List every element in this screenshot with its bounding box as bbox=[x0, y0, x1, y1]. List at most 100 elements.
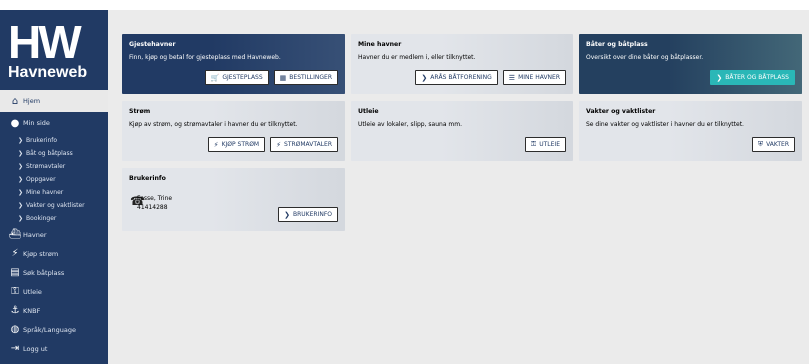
sidebar: HW Havneweb ⌂ Hjem ● Min side ❯ Brukerin… bbox=[0, 10, 108, 364]
nav-sub-label: Brukerinfo bbox=[26, 137, 58, 144]
chevron-right-icon: ❯ bbox=[18, 176, 24, 183]
button-label: KJØP STRØM bbox=[221, 141, 260, 148]
card-actions: ❯ BRUKERINFO bbox=[278, 207, 338, 222]
userinfo-button[interactable]: ❯ BRUKERINFO bbox=[278, 207, 338, 222]
chevron-right-icon: ❯ bbox=[421, 73, 428, 82]
button-label: BRUKERINFO bbox=[292, 211, 332, 218]
nav-sub-label: Strømavtaler bbox=[26, 163, 66, 170]
logo-text: Havneweb bbox=[8, 64, 88, 81]
card-actions: ⚡ KJØP STRØM ⚡ STRØMAVTALER bbox=[207, 137, 338, 152]
card-actions: ❯ BÅTER OG BÅTPLASS bbox=[710, 70, 795, 85]
nav-language[interactable]: ◍ Språk/Language bbox=[0, 320, 108, 339]
button-label: STRØMAVTALER bbox=[284, 141, 332, 148]
chevron-right-icon: ❯ bbox=[18, 189, 24, 196]
nav-language-label: Språk/Language bbox=[23, 325, 76, 334]
nav-sub-tasks[interactable]: ❯ Oppgaver bbox=[0, 173, 108, 186]
aras-boat-club-button[interactable]: ❯ ARÅS BÅTFORENING bbox=[415, 70, 498, 85]
document-icon: ▤ bbox=[10, 267, 20, 278]
list-icon: ☰ bbox=[508, 73, 516, 82]
nav-logout-label: Logg ut bbox=[23, 344, 48, 353]
card-background-image bbox=[439, 101, 573, 161]
button-label: UTLEIE bbox=[539, 141, 560, 148]
nav-sub-brukerinfo[interactable]: ❯ Brukerinfo bbox=[0, 134, 108, 147]
card-rental: Utleie Utleie av lokaler, slipp, sauna m… bbox=[351, 101, 573, 161]
button-label: BESTILLINGER bbox=[289, 74, 332, 81]
card-boats-berth: Båter og båtplass Oversikt over dine båt… bbox=[579, 34, 802, 94]
plug-icon: ⚡ bbox=[276, 140, 282, 149]
card-background-image bbox=[668, 101, 802, 161]
power-agreements-button[interactable]: ⚡ STRØMAVTALER bbox=[270, 137, 338, 152]
card-background-image bbox=[439, 34, 573, 94]
nav-rental-label: Utleie bbox=[23, 287, 42, 296]
cart-icon: 🛒 bbox=[210, 73, 220, 82]
user-icon: ● bbox=[10, 117, 20, 129]
chevron-right-icon: ❯ bbox=[18, 163, 24, 170]
nav-sub-my-harbors[interactable]: ❯ Mine havner bbox=[0, 186, 108, 199]
nav-sub-label: Vakter og vaktlister bbox=[26, 202, 85, 209]
card-title: Strøm bbox=[129, 108, 151, 115]
home-icon: ⌂ bbox=[11, 95, 19, 107]
guards-button[interactable]: ⛨ VAKTER bbox=[751, 137, 795, 152]
anchor-icon: ⚓ bbox=[10, 305, 20, 316]
nav-harbors-label: Havner bbox=[23, 230, 47, 239]
card-description: Oversikt over dine båter og båtplasser. bbox=[586, 54, 704, 61]
card-title: Vakter og vaktlister bbox=[586, 108, 656, 115]
boats-berth-button[interactable]: ❯ BÅTER OG BÅTPLASS bbox=[710, 70, 795, 85]
rental-button[interactable]: ⚿ UTLEIE bbox=[524, 137, 566, 152]
my-harbors-button[interactable]: ☰ MINE HAVNER bbox=[502, 70, 566, 85]
user-name: Fosse, Trine bbox=[137, 195, 173, 202]
card-guest-harbors: Gjestehavner Finn, kjøp og betal for gje… bbox=[122, 34, 345, 94]
card-background-image bbox=[211, 101, 345, 161]
chevron-right-icon: ❯ bbox=[18, 137, 24, 144]
nav-logout[interactable]: ⇥ Logg ut bbox=[0, 339, 108, 358]
nav-buy-power[interactable]: ⚡ Kjøp strøm bbox=[0, 244, 108, 263]
nav-knbf[interactable]: ⚓ KNBF bbox=[0, 301, 108, 320]
nav-rental[interactable]: ⚿ Utleie bbox=[0, 282, 108, 301]
ship-icon: ⛴ bbox=[8, 229, 22, 240]
button-label: MINE HAVNER bbox=[518, 74, 560, 81]
chevron-right-icon: ❯ bbox=[18, 202, 24, 209]
card-description: Se dine vakter og vaktlister i havner du… bbox=[586, 121, 744, 128]
buy-power-button[interactable]: ⚡ KJØP STRØM bbox=[207, 137, 266, 152]
chevron-right-icon: ❯ bbox=[284, 210, 290, 219]
card-actions: 🛒 GJESTEPLASS ▦ BESTILLINGER bbox=[204, 70, 338, 85]
nav-knbf-label: KNBF bbox=[23, 306, 41, 315]
chevron-right-icon: ❯ bbox=[18, 215, 24, 222]
button-label: GJESTEPLASS bbox=[222, 74, 263, 81]
main-content: Gjestehavner Finn, kjøp og betal for gje… bbox=[108, 10, 809, 364]
chevron-right-icon: ❯ bbox=[716, 73, 723, 82]
nav-sub-label: Båt og båtplass bbox=[26, 150, 73, 157]
havneweb-logo[interactable]: HW Havneweb bbox=[8, 16, 100, 82]
nav-my-page-label: Min side bbox=[23, 119, 50, 127]
card-title: Båter og båtplass bbox=[586, 41, 648, 48]
card-title: Mine havner bbox=[358, 41, 402, 48]
nav-sub-label: Mine havner bbox=[26, 189, 64, 196]
nav-buy-power-label: Kjøp strøm bbox=[23, 249, 59, 258]
card-background-image bbox=[668, 34, 802, 94]
card-background-image bbox=[211, 34, 345, 94]
card-description: Havner du er medlem i, eller tilknyttet. bbox=[358, 54, 476, 61]
nav-sub-label: Bookinger bbox=[26, 215, 57, 222]
nav-sub-bookings[interactable]: ❯ Bookinger bbox=[0, 212, 108, 225]
nav-home[interactable]: ⌂ Hjem bbox=[0, 90, 108, 112]
card-my-harbors: Mine havner Havner du er medlem i, eller… bbox=[351, 34, 573, 94]
plug-icon: ⚡ bbox=[11, 248, 19, 259]
guest-berth-button[interactable]: 🛒 GJESTEPLASS bbox=[204, 70, 269, 85]
nav-my-page[interactable]: ● Min side bbox=[0, 112, 108, 134]
nav-sub-guards[interactable]: ❯ Vakter og vaktlister bbox=[0, 199, 108, 212]
card-actions: ⛨ VAKTER bbox=[751, 137, 795, 152]
nav-search-berth[interactable]: ▤ Søk båtplass bbox=[0, 263, 108, 282]
card-title: Utleie bbox=[358, 108, 379, 115]
card-guards: Vakter og vaktlister Se dine vakter og v… bbox=[579, 101, 802, 161]
nav-harbors[interactable]: ⛴ Havner bbox=[0, 225, 108, 244]
orders-button[interactable]: ▦ BESTILLINGER bbox=[273, 70, 338, 85]
nav-sub-power-agreements[interactable]: ❯ Strømavtaler bbox=[0, 160, 108, 173]
logo-mark: HW bbox=[8, 16, 82, 68]
card-power: Strøm Kjøp av strøm, og strømavtaler i h… bbox=[122, 101, 345, 161]
nav-sub-boat-berth[interactable]: ❯ Båt og båtplass bbox=[0, 147, 108, 160]
chevron-right-icon: ❯ bbox=[18, 150, 24, 157]
nav-search-berth-label: Søk båtplass bbox=[23, 268, 65, 277]
shield-icon: ⛨ bbox=[757, 140, 764, 148]
list-icon: ▦ bbox=[279, 73, 287, 82]
card-description: Finn, kjøp og betal for gjesteplass med … bbox=[129, 54, 281, 61]
